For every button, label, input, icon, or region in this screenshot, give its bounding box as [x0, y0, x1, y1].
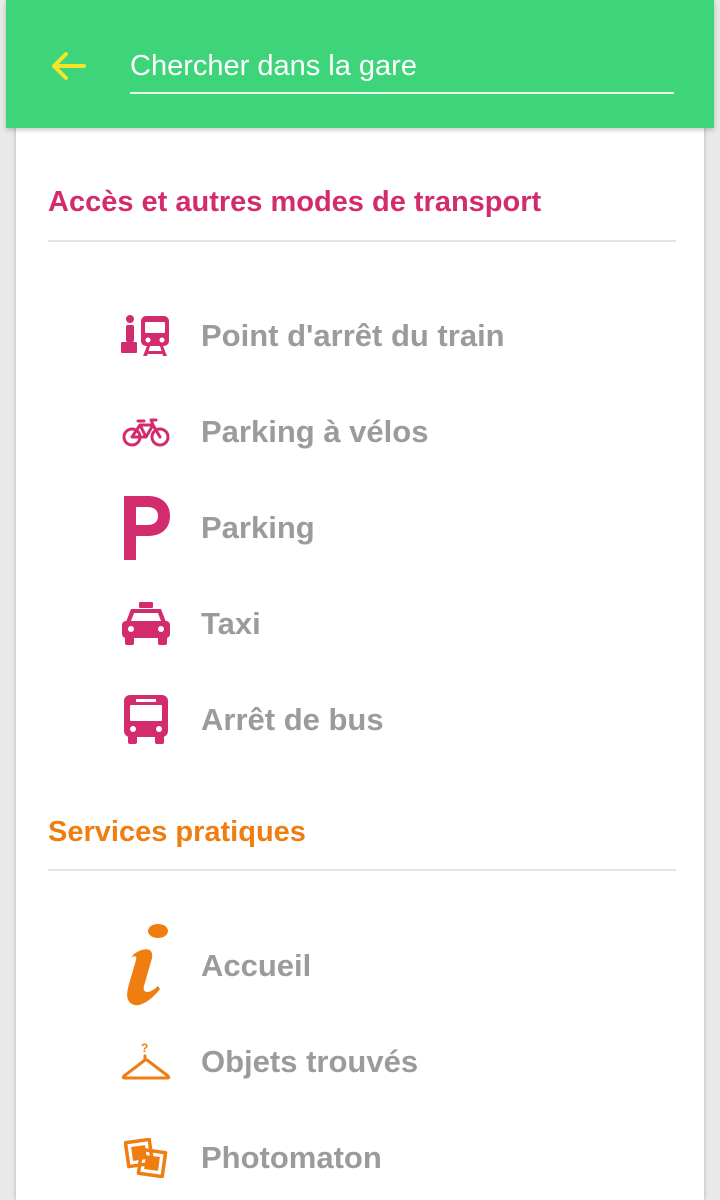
- list-item-parking[interactable]: Parking: [104, 488, 664, 568]
- list-item-label: Parking: [201, 510, 315, 545]
- list-item-train-stop[interactable]: Point d'arrêt du train: [104, 296, 664, 376]
- arrow-left-icon: [52, 52, 86, 80]
- train-stop-icon: [116, 304, 176, 368]
- info-icon: [116, 924, 176, 1006]
- section-divider: [48, 869, 676, 871]
- bus-icon: [116, 688, 176, 752]
- list-item-label: Photomaton: [201, 1140, 382, 1175]
- list-item-reception[interactable]: Accueil: [104, 924, 664, 1006]
- list-item-bike-parking[interactable]: Parking à vélos: [104, 392, 664, 472]
- back-button[interactable]: [46, 44, 94, 88]
- parking-icon: [116, 496, 176, 560]
- list-item-taxi[interactable]: Taxi: [104, 584, 664, 664]
- list-item-bus-stop[interactable]: Arrêt de bus: [104, 680, 664, 760]
- list-item-label: Objets trouvés: [201, 1044, 419, 1079]
- taxi-icon: [116, 592, 176, 656]
- section-title-services: Services pratiques: [48, 816, 306, 848]
- list-item-lost-found[interactable]: ? Objets trouvés: [104, 1022, 664, 1102]
- hanger-icon: ?: [116, 1030, 176, 1094]
- photo-booth-icon: [116, 1126, 176, 1190]
- bicycle-icon: [116, 400, 176, 464]
- list-item-photo-booth[interactable]: Photomaton: [104, 1118, 664, 1198]
- list-item-label: Parking à vélos: [201, 414, 429, 449]
- search-input[interactable]: [130, 40, 674, 94]
- list-item-label: Accueil: [201, 948, 312, 983]
- section-divider: [48, 240, 676, 242]
- section-title-access: Accès et autres modes de transport: [48, 186, 542, 218]
- svg-text:?: ?: [141, 1042, 148, 1055]
- list-item-label: Arrêt de bus: [201, 702, 384, 737]
- app-bar: [6, 0, 714, 128]
- list-item-label: Point d'arrêt du train: [201, 318, 505, 353]
- list-item-label: Taxi: [201, 606, 261, 641]
